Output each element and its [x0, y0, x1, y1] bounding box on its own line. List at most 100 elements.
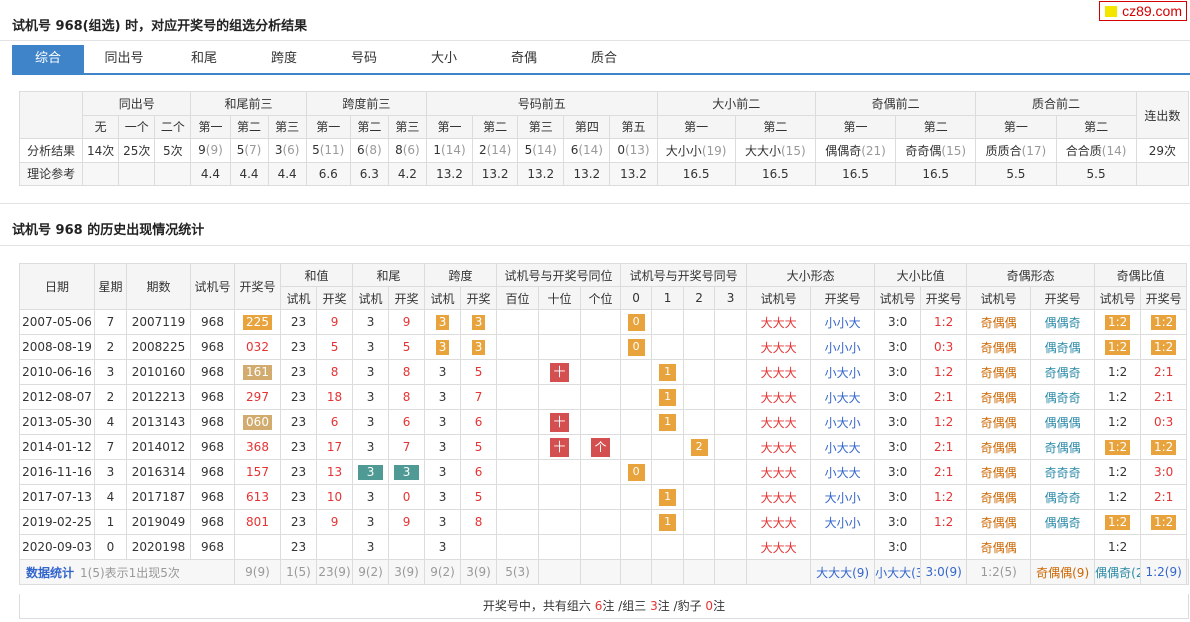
tab-4[interactable]: 跨度 [244, 45, 324, 73]
tail-draw-cell-value: 3 [394, 464, 420, 480]
issue-cell: 2013143 [126, 409, 191, 435]
parity-pattern-draw-cell: 偶偶偶 [1030, 409, 1096, 435]
span-test-cell: 3 [424, 409, 462, 435]
sum-draw-cell: 17 [315, 434, 354, 460]
parity-ratio-test-cell: 1:2 [1094, 334, 1142, 360]
result-count: (14) [1101, 143, 1127, 158]
tab-3[interactable]: 和尾 [164, 45, 244, 73]
parity-pattern-test-cell: 奇偶偶 [966, 359, 1032, 385]
result-value: 29次 [1148, 143, 1176, 158]
tab-6[interactable]: 大小 [404, 45, 484, 73]
result-cell: 质质合(17) [975, 138, 1057, 163]
sub-header: 百位 [496, 286, 540, 310]
ref-cell: 13.2 [472, 161, 519, 186]
span-draw-cell: 7 [460, 384, 498, 410]
same-number-cell [683, 309, 716, 335]
result-cell: 0(13) [609, 138, 658, 163]
same-number-cell [714, 409, 748, 435]
same-position-cell [580, 509, 622, 535]
date-cell: 2020-09-03 [19, 534, 95, 560]
test-number-cell: 968 [190, 459, 235, 485]
issue-cell: 2007119 [126, 309, 191, 335]
tab-8[interactable]: 质合 [564, 45, 644, 73]
size-pattern-test-cell: 大大大 [746, 359, 812, 385]
result-count: (14) [441, 143, 466, 158]
size-ratio-test-cell: 3:0 [874, 359, 922, 385]
parity-pattern-draw-cell [1030, 534, 1096, 560]
same-number-cell [683, 359, 716, 385]
parity-pattern-test-cell: 奇偶偶 [966, 334, 1032, 360]
footer-text: 注 [713, 599, 726, 613]
weekday-cell: 3 [94, 359, 127, 385]
issue-cell: 2008225 [126, 334, 191, 360]
ref-cell [118, 161, 156, 186]
span-draw-cell: 6 [460, 459, 498, 485]
parity-ratio-test-cell: 1:2 [1094, 309, 1142, 335]
site-logo[interactable]: cz89.com [1099, 1, 1187, 21]
span-test-cell: 3 [424, 509, 462, 535]
stats-row: 数据统计 1(5)表示1出现5次 9(9) 1(5) 23(9) 9(2) 3(9) 9(2)… [19, 559, 1189, 585]
test-number-cell: 968 [190, 434, 235, 460]
stats-cell [620, 559, 653, 585]
size-ratio-draw-cell: 1:2 [920, 359, 968, 385]
issue-cell: 2019049 [126, 509, 191, 535]
weekday-cell: 7 [94, 434, 127, 460]
span-test-cell-value: 3 [435, 314, 450, 330]
column-header: 大小比值 [874, 263, 968, 287]
sub-header: 第一 [975, 114, 1057, 139]
ref-cell: 13.2 [425, 161, 474, 186]
size-pattern-draw-cell: 小小大 [810, 309, 876, 335]
same-number-cell: 2 [683, 434, 716, 460]
same-position-cell [538, 484, 582, 510]
sub-header: 开奖 [388, 286, 426, 310]
same-number-cell [620, 409, 653, 435]
zu3-count: 3 [650, 599, 658, 613]
size-ratio-draw-cell: 2:1 [920, 384, 968, 410]
table-row: 2012-08-07 2 2012213 968 297 23 18 3 8 3 7 1 大大大 小大大 3… [19, 384, 1189, 410]
sub-header: 第一 [425, 114, 474, 139]
same-number-cell-value: 1 [659, 513, 677, 531]
sum-draw-cell: 9 [315, 309, 354, 335]
weekday-cell: 0 [94, 534, 127, 560]
same-number-cell [714, 434, 748, 460]
same-number-cell [620, 434, 653, 460]
stats-cell [538, 559, 582, 585]
analysis-title: 试机号 968(组选) 时，对应开奖号的组选分析结果 [12, 19, 308, 34]
sub-header: 二个 [154, 114, 192, 139]
date-cell: 2012-08-07 [19, 384, 95, 410]
size-ratio-draw-cell [920, 534, 968, 560]
result-count: (21) [861, 143, 886, 158]
ref-cell: 13.2 [609, 161, 658, 186]
tab-7[interactable]: 奇偶 [484, 45, 564, 73]
size-ratio-test-cell: 3:0 [874, 534, 922, 560]
ref-cell: 16.5 [814, 161, 897, 186]
same-number-cell: 1 [651, 384, 685, 410]
stats-cell [651, 559, 685, 585]
result-value: 2 [478, 143, 487, 158]
test-number-cell: 968 [190, 359, 235, 385]
tab-2[interactable]: 同出号 [84, 45, 164, 73]
sub-header: 无 [82, 114, 120, 139]
same-position-cell [580, 409, 622, 435]
size-pattern-draw-cell: 大小小 [810, 484, 876, 510]
result-cell: 5(11) [305, 138, 351, 163]
group-header: 连出数 [1135, 91, 1190, 139]
result-count: (13) [624, 143, 650, 158]
tab-5[interactable]: 号码 [324, 45, 404, 73]
tab-1[interactable]: 综合 [12, 45, 84, 73]
date-cell: 2019-02-25 [19, 509, 95, 535]
same-number-cell [651, 459, 685, 485]
result-count: (14) [486, 143, 512, 158]
table-row: 2020-09-03 0 2020198 968 23 3 3 大大大 3:0 奇偶偶 1:2 [19, 534, 1189, 560]
result-value: 奇奇偶 [905, 143, 942, 158]
result-count: (6) [402, 143, 420, 158]
parity-pattern-test-cell: 奇偶偶 [966, 459, 1032, 485]
result-value: 偶偶奇 [825, 143, 862, 158]
span-draw-cell: 5 [460, 434, 498, 460]
weekday-cell: 2 [94, 384, 127, 410]
same-number-cell [651, 434, 685, 460]
weekday-cell: 1 [94, 509, 127, 535]
parity-ratio-draw-cell: 2:1 [1140, 359, 1188, 385]
parity-ratio-draw-cell: 2:1 [1140, 384, 1188, 410]
result-value: 合合质 [1065, 143, 1102, 158]
